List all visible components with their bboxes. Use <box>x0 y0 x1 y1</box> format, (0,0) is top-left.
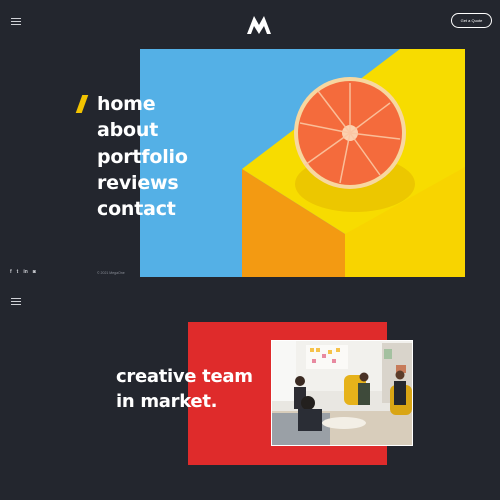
facebook-icon[interactable]: f <box>10 269 12 275</box>
team-meeting-photo <box>271 340 413 446</box>
brand-logo-icon[interactable] <box>246 14 272 34</box>
section-menu-hamburger-icon[interactable] <box>11 298 21 305</box>
twitter-icon[interactable]: t <box>17 269 19 275</box>
hero-image <box>140 49 465 277</box>
headline-line-1: creative team <box>116 366 253 387</box>
headline-line-2: in market. <box>116 391 218 412</box>
menu-hamburger-icon[interactable] <box>11 18 21 25</box>
nav-item-home[interactable]: home <box>97 91 188 117</box>
section-headline: creative team in market. <box>116 364 253 414</box>
linkedin-icon[interactable]: in <box>23 269 27 275</box>
nav-item-contact[interactable]: contact <box>97 196 188 222</box>
social-links: f t in ◙ <box>10 269 36 275</box>
instagram-icon[interactable]: ◙ <box>33 269 36 275</box>
get-quote-button[interactable]: Get a Quote <box>451 13 492 28</box>
nav-item-about[interactable]: about <box>97 117 188 143</box>
nav-item-portfolio[interactable]: portfolio <box>97 144 188 170</box>
copyright-text: © 2021 MegaOne <box>97 271 125 275</box>
nav-item-reviews[interactable]: reviews <box>97 170 188 196</box>
active-nav-indicator <box>75 95 89 113</box>
